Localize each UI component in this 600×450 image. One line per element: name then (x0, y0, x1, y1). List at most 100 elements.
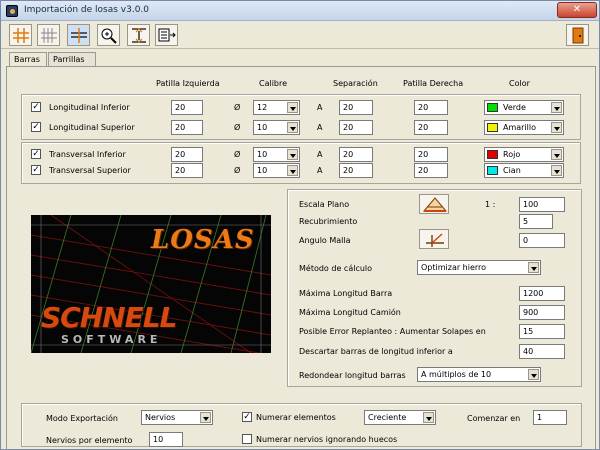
color-name: Verde (503, 103, 526, 112)
header-patilla-izquierda: Patilla Izquierda (156, 79, 220, 88)
diameter-symbol: Ø (234, 150, 241, 159)
zoom-icon[interactable] (97, 24, 120, 46)
chevron-down-icon (287, 149, 298, 160)
escala-input[interactable]: 100 (519, 197, 565, 212)
longitudinal-inferior-patilla-izq[interactable]: 20 (171, 100, 203, 115)
exit-door-icon[interactable] (566, 24, 589, 46)
export-list-icon[interactable] (155, 24, 178, 46)
title-bar: Importación de losas v3.0.0 ✕ (1, 1, 599, 21)
longitudinal-inferior-color-select[interactable]: Verde (484, 100, 564, 115)
grid-gray-icon[interactable] (37, 24, 60, 46)
separation-symbol: A (317, 123, 323, 132)
longitudinal-superior-label: Longitudinal Superior (49, 123, 135, 132)
orden-select[interactable]: Creciente (364, 410, 436, 425)
comenzar-label: Comenzar en (467, 414, 521, 423)
recubrimiento-label: Recubrimiento (299, 217, 358, 226)
color-swatch (487, 103, 498, 112)
calibre-value: 10 (257, 150, 268, 159)
transversal-inferior-color-select[interactable]: Rojo (484, 147, 564, 162)
color-name: Amarillo (503, 123, 537, 132)
calibre-value: 10 (257, 123, 268, 132)
transversal-superior-checkbox[interactable]: ✓ (31, 165, 41, 175)
longitudinal-superior-checkbox[interactable]: ✓ (31, 122, 41, 132)
max-camion-input[interactable]: 900 (519, 305, 565, 320)
color-name: Rojo (503, 150, 521, 159)
metodo-label: Método de cálculo (299, 264, 373, 273)
diameter-symbol: Ø (234, 123, 241, 132)
chevron-down-icon (528, 369, 539, 380)
angulo-input[interactable]: 0 (519, 233, 565, 248)
logo-title: LOSAS (151, 225, 255, 255)
redondear-value: A múltiplos de 10 (421, 370, 492, 379)
recubrimiento-input[interactable]: 5 (519, 214, 553, 229)
longitudinal-superior-calibre-select[interactable]: 10 (253, 120, 300, 135)
dimension-icon[interactable] (127, 24, 150, 46)
ignorar-huecos-checkbox[interactable] (242, 434, 252, 444)
transversal-superior-patilla-izq[interactable]: 20 (171, 163, 203, 178)
metodo-value: Optimizar hierro (421, 263, 487, 272)
grid-orange-icon[interactable] (9, 24, 32, 46)
header-color: Color (509, 79, 530, 88)
orden-value: Creciente (368, 413, 407, 422)
scale-measure-icon[interactable] (419, 194, 449, 214)
color-name: Cian (503, 166, 521, 175)
header-patilla-derecha: Patilla Derecha (403, 79, 464, 88)
transversal-inferior-patilla-der[interactable]: 20 (414, 147, 448, 162)
toolbar (1, 21, 599, 49)
color-swatch (487, 150, 498, 159)
chevron-down-icon (287, 122, 298, 133)
header-calibre: Calibre (259, 79, 288, 88)
longitudinal-inferior-calibre-select[interactable]: 12 (253, 100, 300, 115)
chevron-down-icon (528, 262, 539, 273)
longitudinal-inferior-checkbox[interactable]: ✓ (31, 102, 41, 112)
calibre-value: 10 (257, 166, 268, 175)
redondear-label: Redondear longitud barras (299, 371, 406, 380)
transversal-superior-label: Transversal Superior (49, 166, 131, 175)
longitudinal-superior-patilla-der[interactable]: 20 (414, 120, 448, 135)
tab-parrillas[interactable]: Parrillas (48, 52, 96, 67)
close-button[interactable]: ✕ (557, 2, 597, 18)
numerar-elementos-label: Numerar elementos (256, 413, 336, 422)
diameter-symbol: Ø (234, 166, 241, 175)
comenzar-input[interactable]: 1 (533, 410, 567, 425)
chevron-down-icon (287, 165, 298, 176)
chevron-down-icon (287, 102, 298, 113)
descartar-input[interactable]: 40 (519, 344, 565, 359)
transversal-inferior-separacion[interactable]: 20 (339, 147, 373, 162)
transversal-inferior-calibre-select[interactable]: 10 (253, 147, 300, 162)
transversal-inferior-patilla-izq[interactable]: 20 (171, 147, 203, 162)
longitudinal-inferior-label: Longitudinal Inferior (49, 103, 130, 112)
transversal-inferior-checkbox[interactable]: ✓ (31, 149, 41, 159)
transversal-superior-patilla-der[interactable]: 20 (414, 163, 448, 178)
metodo-select[interactable]: Optimizar hierro (417, 260, 541, 275)
longitudinal-inferior-separacion[interactable]: 20 (339, 100, 373, 115)
transversal-superior-separacion[interactable]: 20 (339, 163, 373, 178)
longitudinal-superior-separacion[interactable]: 20 (339, 120, 373, 135)
longitudinal-superior-patilla-izq[interactable]: 20 (171, 120, 203, 135)
nervios-por-elemento-input[interactable]: 10 (149, 432, 183, 447)
transversal-superior-color-select[interactable]: Cian (484, 163, 564, 178)
modo-exportacion-select[interactable]: Nervios (141, 410, 213, 425)
separation-symbol: A (317, 103, 323, 112)
separation-symbol: A (317, 150, 323, 159)
angulo-label: Angulo Malla (299, 236, 351, 245)
logo-brand: SCHNELL (41, 301, 177, 334)
chevron-down-icon (551, 122, 562, 133)
window-title: Importación de losas v3.0.0 (24, 5, 150, 15)
nervios-por-elemento-label: Nervios por elemento (46, 436, 133, 445)
angle-pick-icon[interactable] (419, 229, 449, 249)
bars-select-icon[interactable] (67, 24, 90, 46)
transversal-inferior-label: Transversal Inferior (49, 150, 126, 159)
app-icon (6, 5, 18, 17)
escala-label: Escala Plano (299, 200, 350, 209)
calibre-value: 12 (257, 103, 268, 112)
redondear-select[interactable]: A múltiplos de 10 (417, 367, 541, 382)
numerar-elementos-checkbox[interactable]: ✓ (242, 412, 252, 422)
separation-symbol: A (317, 166, 323, 175)
max-barra-input[interactable]: 1200 (519, 286, 565, 301)
transversal-superior-calibre-select[interactable]: 10 (253, 163, 300, 178)
chevron-down-icon (551, 165, 562, 176)
longitudinal-inferior-patilla-der[interactable]: 20 (414, 100, 448, 115)
longitudinal-superior-color-select[interactable]: Amarillo (484, 120, 564, 135)
error-replanteo-input[interactable]: 15 (519, 324, 565, 339)
